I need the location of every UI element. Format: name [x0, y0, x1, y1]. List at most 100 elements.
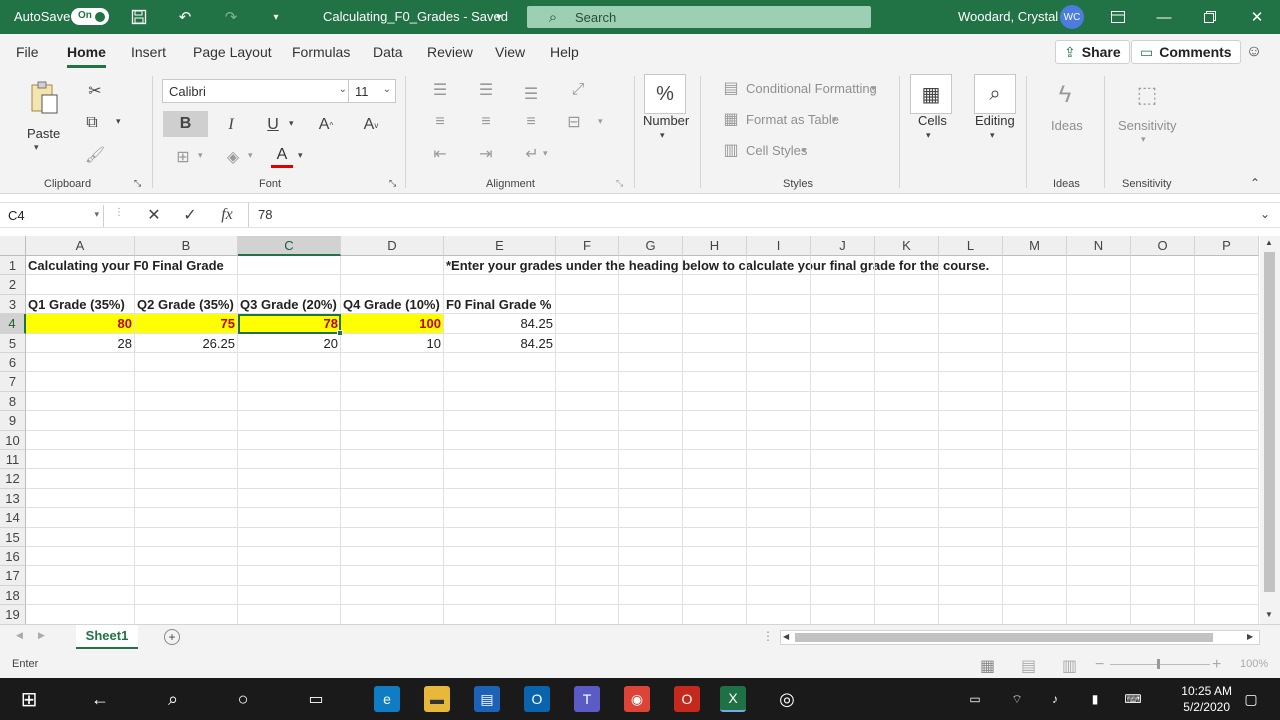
cell-e16[interactable] [444, 547, 556, 567]
cell-f5[interactable] [556, 333, 619, 353]
cell-m14[interactable] [1003, 508, 1067, 528]
cell-h6[interactable] [683, 353, 747, 373]
cell-o3[interactable] [1131, 294, 1195, 315]
sheet-prev-icon[interactable]: ◀ [16, 630, 23, 641]
cell-a2[interactable] [26, 275, 135, 295]
autosave-toggle[interactable]: On [71, 8, 109, 25]
cell-j1[interactable] [811, 256, 875, 276]
merge-dropdown-icon[interactable]: ▾ [598, 116, 603, 127]
cell-m17[interactable] [1003, 566, 1067, 586]
cell-d5[interactable]: 10 [341, 333, 444, 353]
cell-g8[interactable] [619, 391, 683, 412]
cell-e1[interactable]: *Enter your grades under the heading bel… [444, 256, 989, 276]
cell-k7[interactable] [875, 372, 939, 392]
column-header-k[interactable]: K [875, 236, 939, 256]
cell-d10[interactable] [341, 430, 444, 450]
cell-p6[interactable] [1195, 353, 1259, 373]
cell-b19[interactable] [135, 605, 238, 624]
column-header-d[interactable]: D [341, 236, 444, 256]
font-launcher-icon[interactable]: ⤡ [389, 178, 396, 189]
scroll-down-icon[interactable]: ▼ [1265, 610, 1273, 619]
clipboard-launcher-icon[interactable]: ⤡ [134, 178, 141, 189]
cell-e14[interactable] [444, 508, 556, 528]
cell-b9[interactable] [135, 411, 238, 431]
cell-i1[interactable] [747, 256, 811, 276]
cell-i17[interactable] [747, 566, 811, 586]
cell-b4[interactable]: 75 [135, 314, 238, 334]
cell-d7[interactable] [341, 372, 444, 392]
align-center-icon[interactable]: ≡ [476, 112, 496, 132]
cell-f19[interactable] [556, 605, 619, 624]
cell-p15[interactable] [1195, 527, 1259, 547]
cell-i7[interactable] [747, 372, 811, 392]
copy-icon[interactable]: ⧉ [83, 114, 101, 132]
cell-j18[interactable] [811, 585, 875, 606]
row-header-16[interactable]: 16 [0, 547, 26, 567]
search-icon[interactable]: ⌕ [160, 686, 186, 712]
cell-o9[interactable] [1131, 411, 1195, 431]
cell-n9[interactable] [1067, 411, 1131, 431]
row-header-14[interactable]: 14 [0, 508, 26, 528]
cell-p1[interactable] [1195, 256, 1259, 276]
cell-c10[interactable] [238, 430, 341, 450]
cell-a5[interactable]: 28 [26, 333, 135, 353]
cell-i16[interactable] [747, 547, 811, 567]
cell-c19[interactable] [238, 605, 341, 624]
fill-color-icon[interactable]: ◈ [222, 146, 244, 168]
cell-b6[interactable] [135, 353, 238, 373]
cell-b14[interactable] [135, 508, 238, 528]
device-icon[interactable]: ▮ [1082, 686, 1108, 712]
cell-e6[interactable] [444, 353, 556, 373]
tab-view[interactable]: View [495, 44, 525, 60]
wrap-text-icon[interactable]: ↵ [521, 144, 543, 164]
store-icon[interactable]: ▤ [474, 686, 500, 712]
cell-l10[interactable] [939, 430, 1003, 450]
paste-dropdown-icon[interactable]: ▾ [34, 142, 39, 153]
cell-d13[interactable] [341, 488, 444, 509]
editing-button[interactable]: ⌕ [974, 74, 1016, 114]
cell-i4[interactable] [747, 314, 811, 334]
cell-b5[interactable]: 26.25 [135, 333, 238, 353]
cell-e13[interactable] [444, 488, 556, 509]
cell-e19[interactable] [444, 605, 556, 624]
scroll-left-icon[interactable]: ◀ [783, 632, 789, 641]
cell-g1[interactable] [619, 256, 683, 276]
cell-n1[interactable] [1067, 256, 1131, 276]
decrease-font-icon[interactable]: Av [360, 114, 382, 136]
collapse-ribbon-icon[interactable]: ⌃ [1250, 176, 1260, 190]
alignment-launcher-icon[interactable]: ⤡ [616, 178, 623, 189]
orientation-icon[interactable]: ⤢ [567, 80, 589, 100]
cell-j4[interactable] [811, 314, 875, 334]
cell-e8[interactable] [444, 391, 556, 412]
cell-c17[interactable] [238, 566, 341, 586]
cell-p13[interactable] [1195, 488, 1259, 509]
cell-j12[interactable] [811, 469, 875, 489]
cell-o15[interactable] [1131, 527, 1195, 547]
cell-o12[interactable] [1131, 469, 1195, 489]
cell-j6[interactable] [811, 353, 875, 373]
cell-j7[interactable] [811, 372, 875, 392]
cell-m4[interactable] [1003, 314, 1067, 334]
formula-input[interactable]: 78 [258, 207, 272, 222]
column-header-c[interactable]: C [238, 236, 341, 256]
cell-k4[interactable] [875, 314, 939, 334]
battery-icon[interactable]: ▭ [962, 686, 988, 712]
cell-a1[interactable]: Calculating your F0 Final Grade [26, 256, 224, 276]
cell-a6[interactable] [26, 353, 135, 373]
cell-n6[interactable] [1067, 353, 1131, 373]
cell-a15[interactable] [26, 527, 135, 547]
cell-n16[interactable] [1067, 547, 1131, 567]
cell-o13[interactable] [1131, 488, 1195, 509]
tab-formulas[interactable]: Formulas [292, 44, 350, 60]
cell-f4[interactable] [556, 314, 619, 334]
align-left-icon[interactable]: ≡ [430, 112, 450, 132]
cell-h11[interactable] [683, 450, 747, 470]
cell-k2[interactable] [875, 275, 939, 295]
cell-j5[interactable] [811, 333, 875, 353]
cell-e4[interactable]: 84.25 [444, 314, 556, 334]
font-name-select[interactable]: Calibri ⌄ [162, 79, 352, 103]
cell-m11[interactable] [1003, 450, 1067, 470]
scrollbar-thumb[interactable] [795, 633, 1213, 642]
cell-f12[interactable] [556, 469, 619, 489]
cell-h18[interactable] [683, 585, 747, 606]
